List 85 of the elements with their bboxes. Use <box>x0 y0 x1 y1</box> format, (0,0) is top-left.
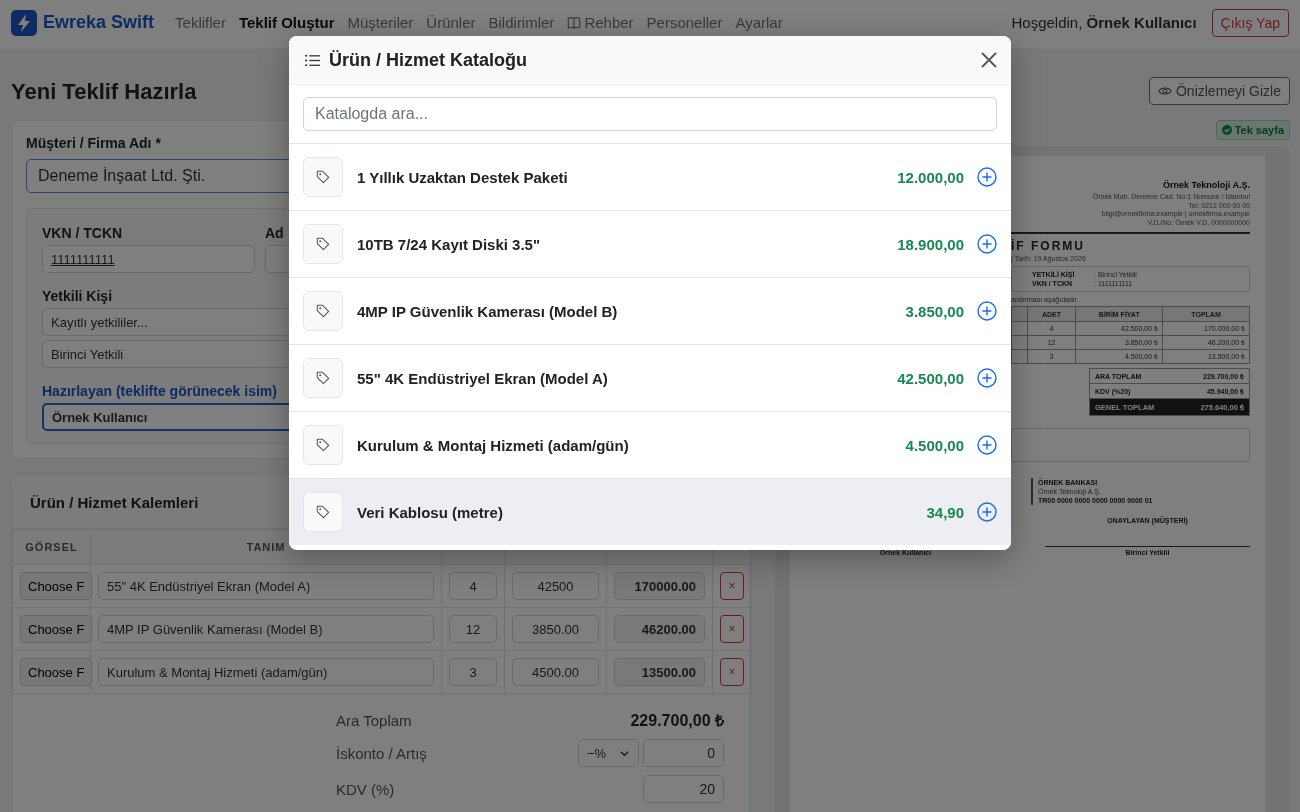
remove-button[interactable]: × <box>720 658 744 686</box>
input-field[interactable]: 3 <box>449 658 497 686</box>
tag-icon <box>303 291 343 331</box>
input-field[interactable]: 3850.00 <box>512 615 599 643</box>
greeting-text: Hoşgeldin, Örnek Kullanıcı <box>1011 14 1197 31</box>
product-price: 18.900,00 <box>897 235 964 253</box>
product-price: 34,90 <box>926 503 964 521</box>
tag-icon <box>303 224 343 264</box>
eye-icon <box>1157 84 1172 98</box>
section-title: Ürün / Hizmet Kalemleri <box>30 494 199 511</box>
remove-button[interactable]: × <box>720 572 744 600</box>
input-field: 170000.00 <box>614 572 705 600</box>
book-icon <box>567 15 582 30</box>
catalog-item[interactable]: 4MP IP Güvenlik Kamerası (Model B) 3.850,00 <box>289 277 1011 344</box>
tag-icon <box>303 157 343 197</box>
product-price: 12.000,00 <box>897 168 964 186</box>
search-field[interactable]: Katalogda ara... <box>303 97 997 131</box>
nav-link[interactable]: Personeller <box>646 14 723 31</box>
field-label: Müşteri / Firma Adı * <box>26 135 161 151</box>
file-button[interactable]: Choose F <box>20 658 93 686</box>
catalog-item[interactable]: 1 Yıllık Uzaktan Destek Paketi 12.000,00 <box>289 143 1011 210</box>
catalog-item[interactable]: 55" 4K Endüstriyel Ekran (Model A) 42.500,00 <box>289 344 1011 411</box>
product-name: 4MP IP Güvenlik Kamerası (Model B) <box>357 302 618 320</box>
check-icon <box>1221 125 1232 135</box>
product-price: 4.500,00 <box>905 436 964 454</box>
company-name: Örnek Teknoloji A.Ş. <box>1161 180 1250 190</box>
add-icon[interactable] <box>977 435 997 455</box>
input-field[interactable]: 4 <box>449 572 497 600</box>
nav-link[interactable]: Rehber <box>567 14 634 31</box>
product-name: Kurulum & Montaj Hizmeti (adam/gün) <box>357 436 629 454</box>
nav-link[interactable]: Teklifler <box>175 14 226 31</box>
total-value: 229.700,00 ₺ <box>629 711 724 731</box>
nav-link[interactable]: Ayarlar <box>735 14 783 31</box>
page-title: Yeni Teklif Hazırla <box>11 78 198 106</box>
input-field[interactable]: 0 <box>643 739 724 767</box>
total-label: İskonto / Artış <box>336 744 428 762</box>
document-title: İF FORMU <box>1011 239 1086 253</box>
add-icon[interactable] <box>977 502 997 522</box>
field-label: Ad <box>265 225 284 241</box>
product-name: 55" 4K Endüstriyel Ekran (Model A) <box>357 369 608 387</box>
input-field[interactable]: Kurulum & Montaj Hizmeti (adam/gün) <box>98 658 434 686</box>
input-field[interactable]: 55" 4K Endüstriyel Ekran (Model A) <box>98 572 434 600</box>
input-field[interactable]: 42500 <box>512 572 599 600</box>
input-field: 46200.00 <box>614 615 705 643</box>
nav-link[interactable]: Ürünler <box>426 14 476 31</box>
hide-preview-button[interactable]: Önizlemeyi Gizle <box>1148 77 1290 105</box>
add-icon[interactable] <box>977 368 997 388</box>
input-field[interactable]: 12 <box>449 615 497 643</box>
input-field[interactable]: 20 <box>643 775 724 803</box>
field-label: Yetkili Kişi <box>42 288 113 304</box>
input-field: 13500.00 <box>614 658 705 686</box>
file-button[interactable]: Choose F <box>20 572 93 600</box>
close-icon[interactable] <box>980 51 998 69</box>
status-badge: Tek sayfa <box>1215 120 1290 140</box>
product-name: 1 Yıllık Uzaktan Destek Paketi <box>357 168 568 186</box>
total-label: Ara Toplam <box>336 711 413 729</box>
field-label: Hazırlayan (teklifte görünecek isim) <box>42 383 277 399</box>
product-name: 10TB 7/24 Kayıt Diski 3.5" <box>357 235 541 253</box>
remove-button[interactable]: × <box>720 615 744 643</box>
field-label: VKN / TCKN <box>42 225 123 241</box>
product-price: 3.850,00 <box>905 302 964 320</box>
brand-name[interactable]: Ewreka Swift <box>43 12 155 33</box>
total-label: KDV (%) <box>336 780 396 798</box>
select-field[interactable]: −% <box>578 739 639 767</box>
logout-button[interactable]: Çıkış Yap <box>1211 8 1289 37</box>
file-button[interactable]: Choose F <box>20 615 93 643</box>
input-field[interactable]: 4MP IP Güvenlik Kamerası (Model B) <box>98 615 434 643</box>
column-header: GÖRSEL <box>12 529 91 565</box>
tag-icon <box>303 425 343 465</box>
input-field[interactable]: 1111111111 <box>42 245 255 273</box>
input-field[interactable]: 4500.00 <box>512 658 599 686</box>
nav-link[interactable]: Müşteriler <box>347 14 414 31</box>
logo-icon <box>11 9 37 36</box>
catalog-item[interactable]: 10TB 7/24 Kayıt Diski 3.5" 18.900,00 <box>289 210 1011 277</box>
tag-icon <box>303 492 343 532</box>
add-icon[interactable] <box>977 301 997 321</box>
product-name: Veri Kablosu (metre) <box>357 503 503 521</box>
product-price: 42.500,00 <box>897 369 964 387</box>
nav-link[interactable]: Bildirimler <box>488 14 555 31</box>
tag-icon <box>303 358 343 398</box>
add-icon[interactable] <box>977 167 997 187</box>
nav-link[interactable]: Teklif Oluştur <box>238 14 335 31</box>
catalog-item[interactable]: Veri Kablosu (metre) 34,90 <box>289 478 1011 545</box>
dialog-title: Ürün / Hizmet Kataloğu <box>329 49 527 71</box>
add-icon[interactable] <box>977 234 997 254</box>
